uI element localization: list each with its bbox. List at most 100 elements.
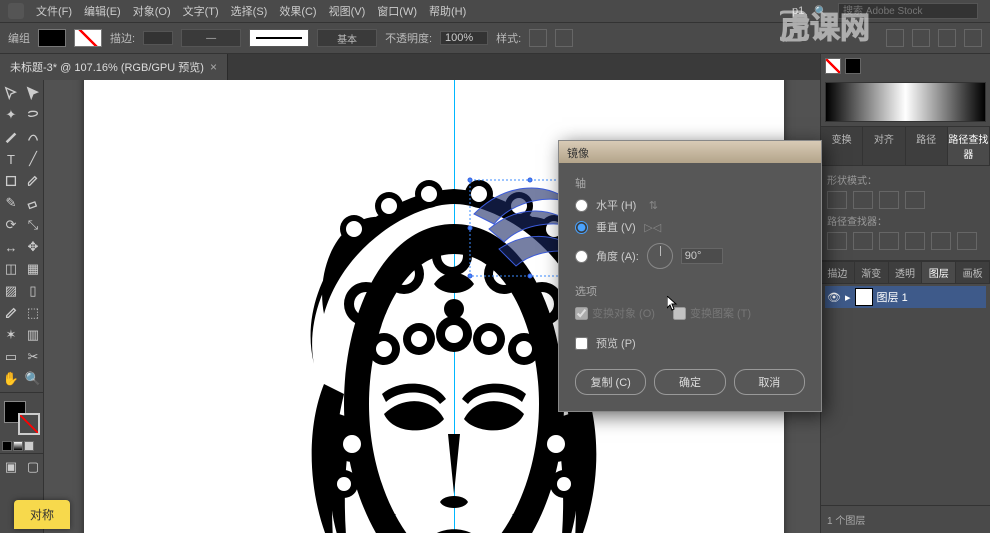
brush-definition-drop[interactable] [249,29,309,47]
column-graph-tool[interactable]: ▥ [22,324,44,346]
free-transform-tool[interactable]: ✥ [22,236,44,258]
axis-vertical-radio[interactable] [575,221,588,234]
tab-transparency[interactable]: 透明 [889,262,923,283]
menu-object[interactable]: 对象(O) [133,3,171,19]
merge-icon[interactable] [879,232,899,250]
preview-checkbox[interactable] [575,337,588,350]
perspective-tool[interactable]: ▦ [22,258,44,280]
trim-icon[interactable] [853,232,873,250]
document-tab[interactable]: 未标题-3* @ 107.16% (RGB/GPU 预览) × [0,54,228,80]
change-screen-tool[interactable]: ▢ [22,456,44,478]
menu-view[interactable]: 视图(V) [329,3,366,19]
blend-tool[interactable]: ⬚ [22,302,44,324]
crop-icon[interactable] [905,232,925,250]
expand-arrow-icon[interactable]: ▸ [845,291,851,304]
brush-tool[interactable] [22,170,44,192]
mesh-tool[interactable]: ▨ [0,280,22,302]
fill-stroke-indicator[interactable] [2,399,42,437]
search-input[interactable] [838,3,978,19]
isolate-icon[interactable] [938,29,956,47]
color-mode-gradient-icon[interactable] [13,441,23,451]
scale-tool[interactable]: ⤡ [22,214,44,236]
symbol-sprayer-tool[interactable]: ✶ [0,324,22,346]
axis-angle-option[interactable]: 角度 (A): [575,243,805,269]
menu-select[interactable]: 选择(S) [231,3,268,19]
ok-button[interactable]: 确定 [654,369,725,395]
magic-wand-tool[interactable]: ✦ [0,104,22,126]
rotate-tool[interactable]: ⟳ [0,214,22,236]
menu-type[interactable]: 文字(T) [183,3,219,19]
shape-builder-tool[interactable]: ◫ [0,258,22,280]
workspace-label[interactable]: p1 [792,5,804,17]
menu-window[interactable]: 窗口(W) [377,3,417,19]
recolor-icon[interactable] [555,29,573,47]
stroke-color-icon[interactable] [18,413,40,435]
eraser-tool[interactable] [22,192,44,214]
fill-none-icon[interactable] [825,58,841,74]
shaper-tool[interactable]: ✎ [0,192,22,214]
tab-path[interactable]: 路径 [906,127,948,165]
arrange-icon[interactable] [964,29,982,47]
angle-value-field[interactable] [681,248,723,264]
pen-tool[interactable] [0,126,22,148]
visibility-icon[interactable]: 👁 [827,291,841,304]
tab-pathfinder[interactable]: 路径查找器 [948,127,990,165]
slice-tool[interactable]: ✂ [22,346,44,368]
fill-black-icon[interactable] [845,58,861,74]
brush-basic-drop[interactable]: 基本 [317,29,377,47]
width-tool[interactable]: ↔ [0,236,22,258]
layer-name[interactable]: 图层 1 [877,289,908,305]
close-icon[interactable]: × [210,60,217,74]
zoom-tool[interactable]: 🔍 [22,368,44,390]
tab-layers[interactable]: 图层 [922,262,956,283]
opacity-field[interactable] [440,31,488,45]
copy-button[interactable]: 复制 (C) [575,369,646,395]
outline-icon[interactable] [931,232,951,250]
exclude-icon[interactable] [905,191,925,209]
menu-edit[interactable]: 编辑(E) [84,3,121,19]
hand-tool[interactable]: ✋ [0,368,22,390]
artboard-tool[interactable]: ▭ [0,346,22,368]
angle-dial-icon[interactable] [647,243,673,269]
dialog-titlebar[interactable]: 镜像 [559,141,821,163]
layer-row[interactable]: 👁 ▸ 图层 1 [825,286,986,308]
stroke-profile-drop[interactable]: — [181,29,241,47]
menu-effect[interactable]: 效果(C) [279,3,316,19]
rectangle-tool[interactable] [0,170,22,192]
eyedropper-tool[interactable] [0,302,22,324]
line-tool[interactable]: ╱ [22,148,44,170]
menu-file[interactable]: 文件(F) [36,3,72,19]
axis-horizontal-radio[interactable] [575,199,588,212]
minus-front-icon[interactable] [853,191,873,209]
divide-icon[interactable] [827,232,847,250]
transform-icon[interactable] [912,29,930,47]
lasso-tool[interactable] [22,104,44,126]
tab-transform[interactable]: 变换 [821,127,863,165]
fill-swatch[interactable] [38,29,66,47]
tab-artboards[interactable]: 画板 [956,262,990,283]
axis-angle-radio[interactable] [575,250,588,263]
unite-icon[interactable] [827,191,847,209]
tab-gradient[interactable]: 渐变 [855,262,889,283]
curvature-tool[interactable] [22,126,44,148]
tab-stroke[interactable]: 描边 [821,262,855,283]
screen-mode-tool[interactable]: ▣ [0,456,22,478]
selection-tool[interactable] [0,82,22,104]
gradient-preview[interactable] [825,82,986,122]
preview-option[interactable]: 预览 (P) [575,335,805,351]
graphic-style-drop[interactable] [529,29,547,47]
color-mode-solid-icon[interactable] [2,441,12,451]
gradient-tool[interactable]: ▯ [22,280,44,302]
axis-vertical-option[interactable]: 垂直 (V) ▷◁ [575,219,805,235]
direct-selection-tool[interactable] [22,82,44,104]
stroke-weight-field[interactable] [143,31,173,45]
intersect-icon[interactable] [879,191,899,209]
align-icon[interactable] [886,29,904,47]
tab-align[interactable]: 对齐 [863,127,905,165]
menu-help[interactable]: 帮助(H) [429,3,466,19]
color-mode-none-icon[interactable] [24,441,34,451]
axis-horizontal-option[interactable]: 水平 (H) ⇅ [575,197,805,213]
cancel-button[interactable]: 取消 [734,369,805,395]
minus-back-icon[interactable] [957,232,977,250]
type-tool[interactable]: T [0,148,22,170]
